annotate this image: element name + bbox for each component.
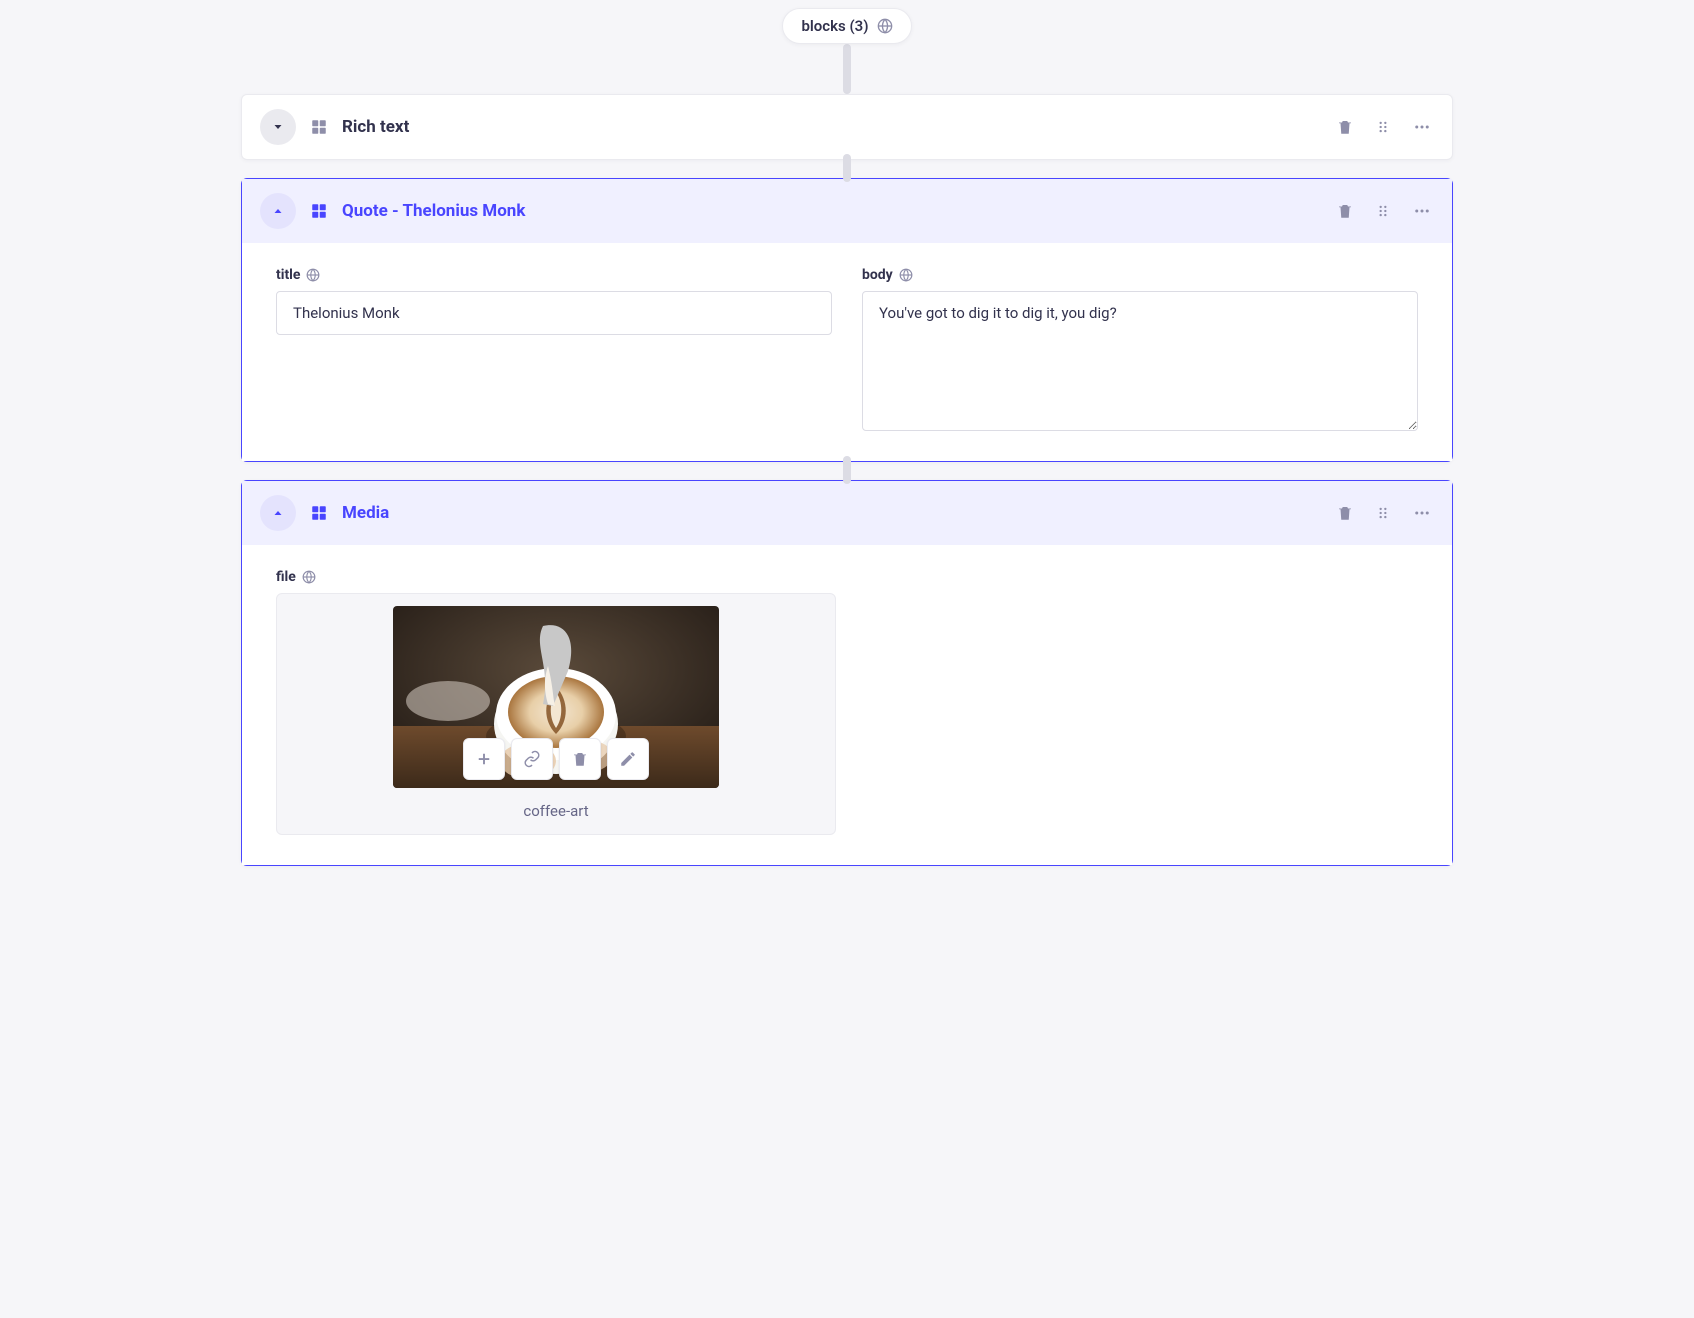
field-label-text: title (276, 267, 300, 283)
globe-icon (306, 268, 320, 282)
plus-icon (475, 750, 493, 768)
file-card: coffee-art (276, 593, 836, 835)
link-icon (523, 750, 541, 768)
body-textarea[interactable] (862, 291, 1418, 431)
block-title: Rich text (342, 117, 409, 137)
block-quote: Quote - Thelonius Monk title (241, 178, 1453, 462)
title-input[interactable] (276, 291, 832, 335)
edit-file-button[interactable] (607, 738, 649, 780)
component-icon (310, 118, 328, 136)
block-title: Media (342, 503, 389, 523)
zone-name-pill[interactable]: blocks (3) (782, 8, 911, 44)
drag-handle[interactable] (1376, 118, 1390, 136)
dynamic-zone-editor: blocks (3) Rich text (241, 8, 1453, 866)
more-actions-button[interactable] (1412, 118, 1432, 136)
more-horizontal-icon (1412, 504, 1432, 522)
drag-handle[interactable] (1376, 202, 1390, 220)
more-actions-button[interactable] (1412, 202, 1432, 220)
more-horizontal-icon (1412, 118, 1432, 136)
drag-handle-icon (1376, 118, 1390, 136)
pencil-icon (619, 750, 637, 768)
connector-line (843, 44, 851, 94)
more-actions-button[interactable] (1412, 504, 1432, 522)
block-rich-text: Rich text (241, 94, 1453, 160)
block-title: Quote - Thelonius Monk (342, 201, 525, 221)
collapse-toggle-button[interactable] (260, 193, 296, 229)
field-label-text: body (862, 267, 893, 283)
file-toolbar (463, 738, 649, 780)
trash-icon (571, 750, 589, 768)
field-title: title (276, 267, 832, 431)
zone-name-label: blocks (3) (801, 17, 868, 35)
file-name: coffee-art (523, 802, 588, 820)
connector-line (843, 456, 851, 484)
collapse-toggle-button[interactable] (260, 495, 296, 531)
chevron-up-icon (272, 507, 284, 519)
chevron-down-icon (272, 121, 284, 133)
field-label-text: file (276, 569, 296, 585)
field-body: body (862, 267, 1418, 431)
block-media: Media file (241, 480, 1453, 866)
collapse-toggle-button[interactable] (260, 109, 296, 145)
trash-icon (1336, 202, 1354, 220)
globe-icon (302, 570, 316, 584)
delete-block-button[interactable] (1336, 202, 1354, 220)
component-icon (310, 202, 328, 220)
drag-handle-icon (1376, 504, 1390, 522)
globe-icon (877, 18, 893, 34)
connector-line (843, 154, 851, 182)
delete-file-button[interactable] (559, 738, 601, 780)
chevron-up-icon (272, 205, 284, 217)
copy-link-button[interactable] (511, 738, 553, 780)
globe-icon (899, 268, 913, 282)
delete-block-button[interactable] (1336, 118, 1354, 136)
more-horizontal-icon (1412, 202, 1432, 220)
trash-icon (1336, 118, 1354, 136)
delete-block-button[interactable] (1336, 504, 1354, 522)
drag-handle-icon (1376, 202, 1390, 220)
drag-handle[interactable] (1376, 504, 1390, 522)
file-thumbnail[interactable] (393, 606, 719, 788)
component-icon (310, 504, 328, 522)
add-file-button[interactable] (463, 738, 505, 780)
trash-icon (1336, 504, 1354, 522)
